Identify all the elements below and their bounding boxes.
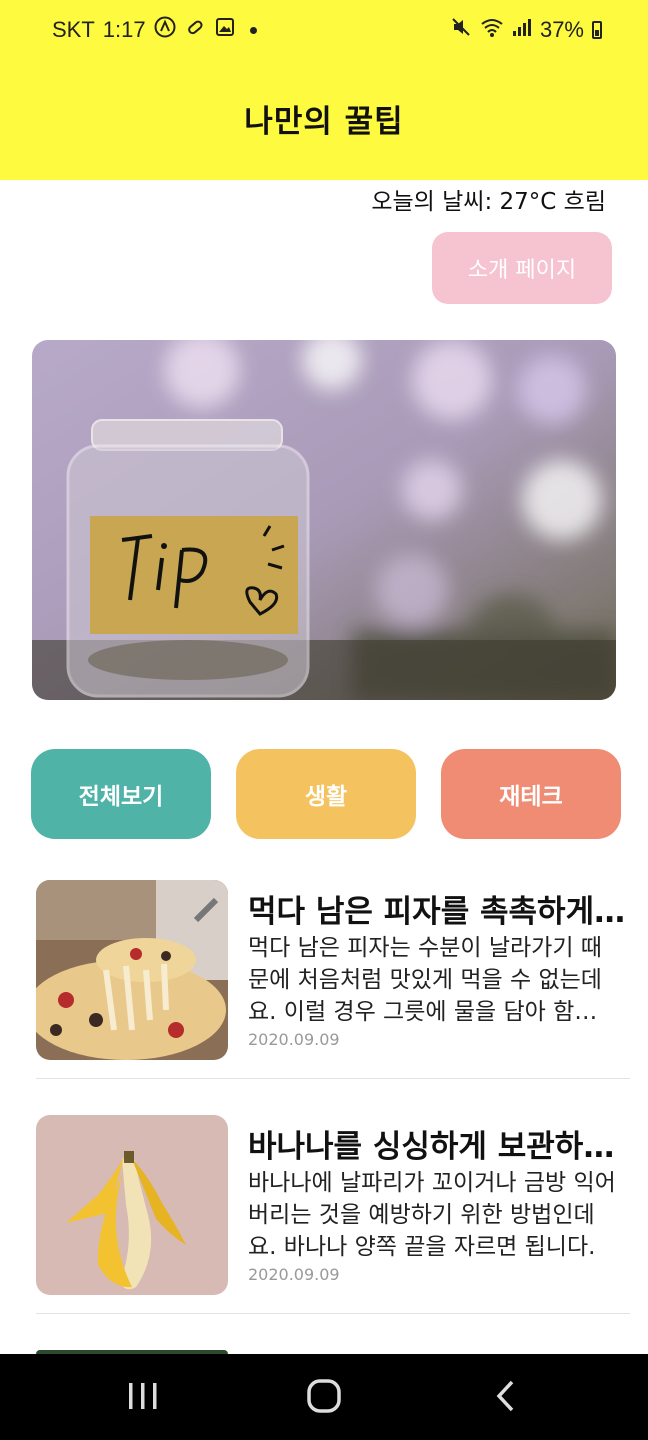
- mute-icon: [450, 16, 472, 44]
- back-icon[interactable]: [476, 1374, 536, 1418]
- category-all-button[interactable]: 전체보기: [31, 749, 211, 839]
- tip-description: 먹다 남은 피자는 수분이 날라가기 때문에 처음처럼 맛있게 먹을 수 없는데…: [248, 935, 602, 1025]
- banana-image: [36, 1115, 228, 1295]
- clock-text: 1:17: [102, 17, 146, 42]
- wifi-icon: [480, 16, 504, 44]
- tip-description: 바나나에 날파리가 꼬이거나 금방 익어버리는 것을 예방하기 위한 방법인데요…: [248, 1170, 616, 1260]
- category-finance-button[interactable]: 재테크: [441, 749, 621, 839]
- home-icon[interactable]: [294, 1374, 354, 1418]
- image-icon: [214, 16, 236, 44]
- hero-image: [32, 340, 616, 700]
- system-nav-bar: [0, 1354, 648, 1440]
- pizza-image: [36, 880, 228, 1060]
- dot-icon: [249, 26, 257, 34]
- tip-title: 먹다 남은 피자를 촉촉하게 만드는 방법: [248, 894, 626, 930]
- link-icon: [184, 16, 206, 44]
- page-title: 나만의 꿀팁: [244, 104, 404, 140]
- divider: [36, 1313, 630, 1314]
- app-a-icon: [154, 16, 176, 44]
- list-item[interactable]: 바나나를 싱싱하게 보관하는 방법 바나나에 날파리가 꼬이거나 금방 익어버리…: [36, 1115, 630, 1295]
- tip-date: 2020.09.09: [248, 1265, 340, 1284]
- battery-text: 37%: [539, 17, 584, 42]
- battery-icon: [592, 21, 602, 39]
- divider: [36, 1078, 630, 1079]
- carrier-text: SKT: [52, 17, 95, 42]
- recent-apps-icon[interactable]: [113, 1374, 173, 1418]
- app-header: SKT 1:17 37% 나만의 꿀팁: [0, 0, 648, 180]
- weather-text: 오늘의 날씨: 27°C 흐림: [371, 189, 606, 215]
- category-life-button[interactable]: 생활: [236, 749, 416, 839]
- tip-title: 바나나를 싱싱하게 보관하는 방법: [248, 1129, 626, 1165]
- status-bar: SKT 1:17 37%: [0, 0, 648, 60]
- tip-date: 2020.09.09: [248, 1030, 340, 1049]
- intro-page-button[interactable]: 소개 페이지: [432, 232, 612, 304]
- signal-icon: [512, 16, 532, 44]
- list-item[interactable]: 먹다 남은 피자를 촉촉하게 만드는 방법 먹다 남은 피자는 수분이 날라가기…: [36, 880, 630, 1060]
